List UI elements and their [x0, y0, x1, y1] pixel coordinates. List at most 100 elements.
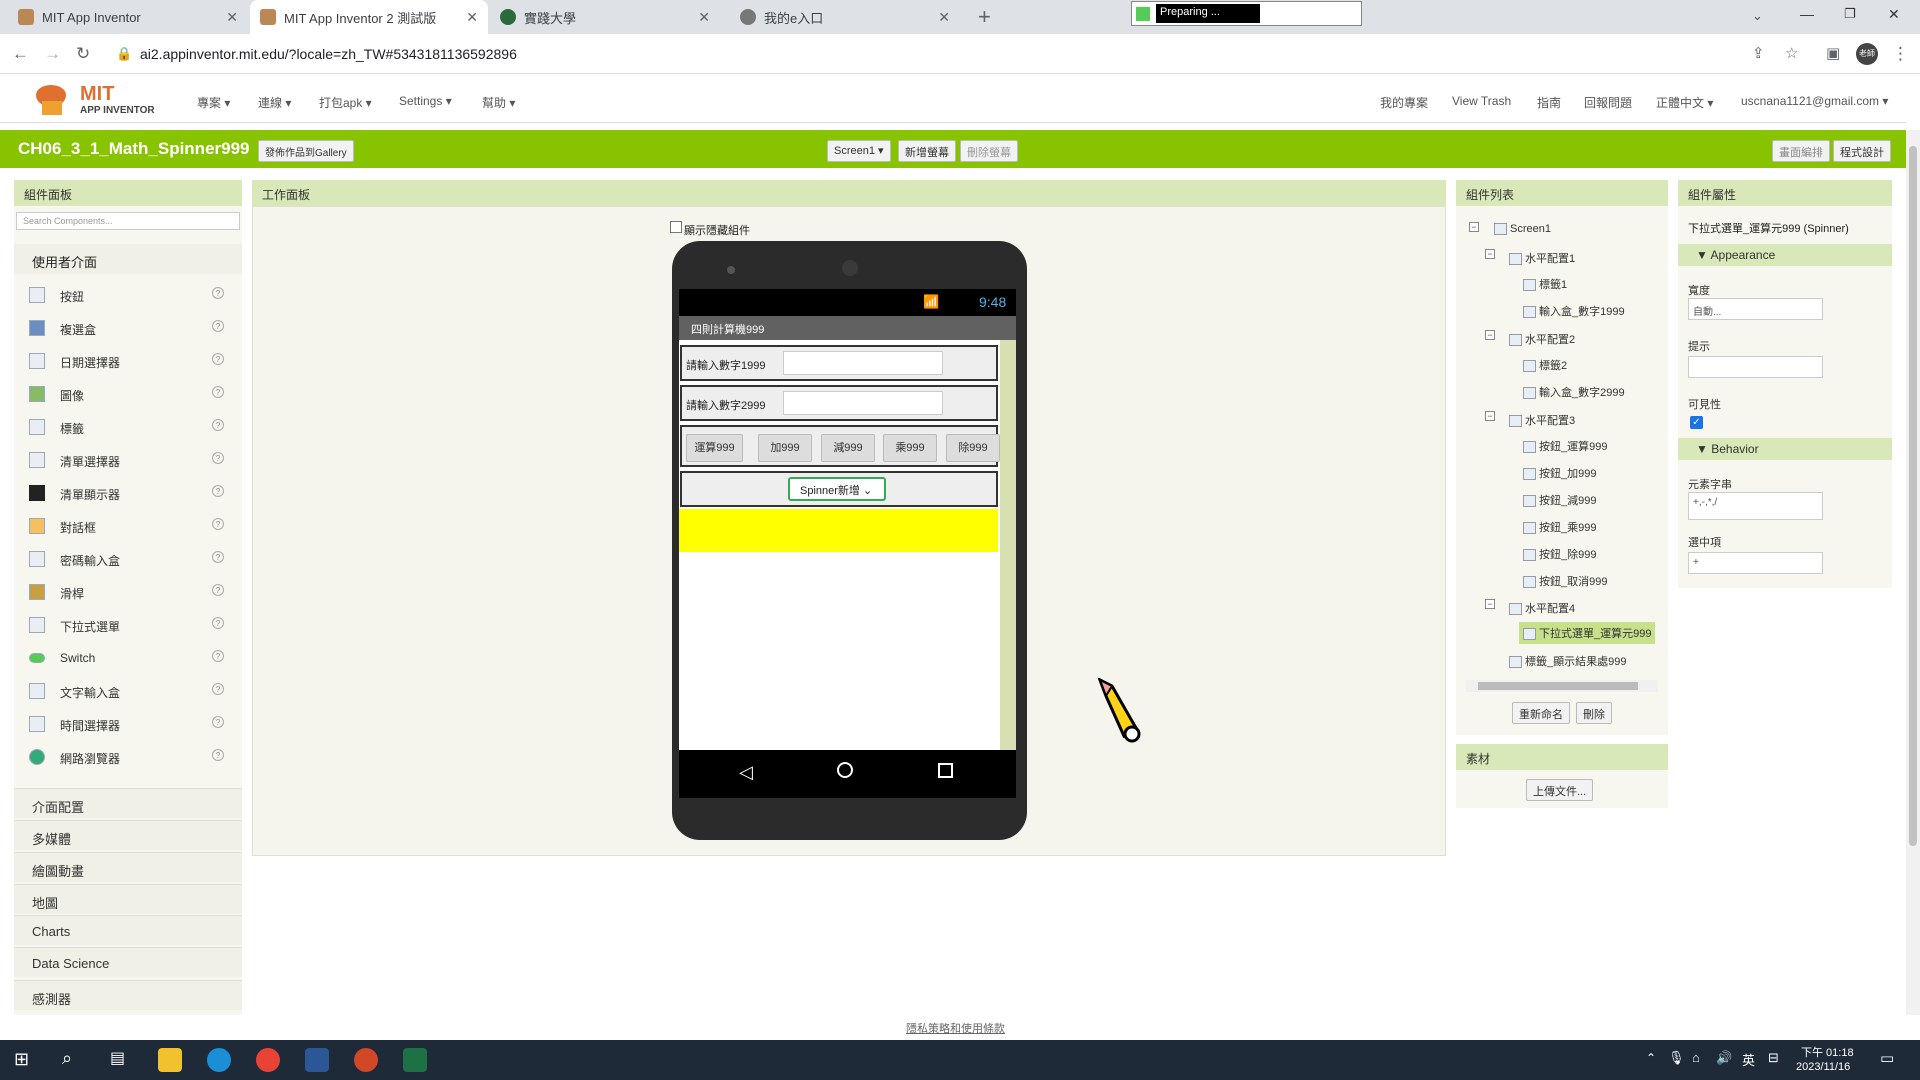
horizontal-arrangement-2[interactable]: 請輸入數字2999 — [680, 385, 998, 421]
tree-node-result-label[interactable]: 標籤_顯示結果處999 — [1509, 653, 1626, 669]
avatar[interactable]: 老師 — [1856, 43, 1878, 65]
help-icon[interactable]: ? — [212, 320, 224, 332]
menu-project[interactable]: 專案 ▾ — [197, 94, 230, 111]
menu-account[interactable]: uscnana1121@gmail.com ▾ — [1741, 94, 1888, 108]
chrome-icon[interactable] — [256, 1048, 280, 1072]
close-icon[interactable]: ✕ — [938, 9, 950, 26]
category-maps[interactable]: 地圖 — [14, 884, 242, 914]
tab-search-icon[interactable]: ⌄ — [1752, 8, 1763, 24]
reload-icon[interactable]: ↻ — [76, 44, 90, 64]
input-language[interactable]: 英 — [1742, 1050, 1755, 1069]
help-icon[interactable]: ? — [212, 452, 224, 464]
network-icon[interactable]: ⌂ — [1692, 1050, 1700, 1065]
category-media[interactable]: 多媒體 — [14, 820, 242, 850]
page-scrollbar[interactable] — [1906, 130, 1920, 1015]
search-icon[interactable]: ⌕ — [62, 1048, 72, 1069]
palette-item-timepicker[interactable]: 時間選擇器? — [14, 707, 242, 740]
palette-item-switch[interactable]: Switch? — [14, 641, 242, 674]
tree-node-button-sub[interactable]: 按鈕_減999 — [1523, 492, 1596, 508]
palette-item-slider[interactable]: 滑桿? — [14, 575, 242, 608]
restore-button[interactable]: ❐ — [1844, 6, 1856, 22]
behavior-section[interactable]: ▼ Behavior — [1678, 438, 1892, 460]
help-icon[interactable]: ? — [212, 353, 224, 365]
screen-scrollbar[interactable] — [1000, 340, 1016, 750]
tree-node-button-mul[interactable]: 按鈕_乘999 — [1523, 519, 1596, 535]
menu-guide[interactable]: 指南 — [1537, 94, 1561, 111]
edge-icon[interactable] — [207, 1048, 231, 1072]
tree-node-harrangement3[interactable]: 水平配置3 — [1509, 412, 1575, 428]
clock-time[interactable]: 下午 01:18 — [1801, 1044, 1854, 1060]
notification-icon[interactable]: ▭ — [1880, 1049, 1894, 1067]
tree-node-harrangement2[interactable]: 水平配置2 — [1509, 331, 1575, 347]
help-icon[interactable]: ? — [212, 287, 224, 299]
designer-button[interactable]: 畫面編排 — [1772, 140, 1830, 162]
horizontal-arrangement-4[interactable]: Spinner新增 ⌄ — [680, 471, 998, 507]
category-data-science[interactable]: Data Science — [14, 947, 242, 977]
menu-language[interactable]: 正體中文 ▾ — [1656, 94, 1713, 111]
subtract-button[interactable]: 減999 — [821, 434, 875, 462]
menu-my-projects[interactable]: 我的專案 — [1380, 94, 1428, 111]
share-icon[interactable]: ⇪ — [1752, 44, 1765, 62]
help-icon[interactable]: ? — [212, 485, 224, 497]
close-icon[interactable]: ✕ — [698, 9, 710, 26]
forward-icon[interactable]: → — [44, 44, 61, 64]
horizontal-arrangement-3[interactable]: 運算999 加999 減999 乘999 除999 — [680, 425, 1000, 467]
tab-my-e-portal[interactable]: 我的e入口 ✕ — [730, 0, 960, 34]
palette-item-label[interactable]: 標籤? — [14, 410, 242, 443]
collapse-toggle[interactable]: − — [1485, 330, 1495, 340]
windows-start-icon[interactable]: ⊞ — [14, 1049, 29, 1070]
publish-gallery-button[interactable]: 發佈作品到Gallery — [258, 140, 354, 162]
add-screen-button[interactable]: 新增螢幕 — [898, 140, 956, 162]
close-window-button[interactable]: ✕ — [1888, 6, 1900, 23]
help-icon[interactable]: ? — [212, 518, 224, 530]
category-sensors[interactable]: 感測器 — [14, 980, 242, 1010]
category-layout[interactable]: 介面配置 — [14, 788, 242, 818]
collapse-toggle[interactable]: − — [1485, 249, 1495, 259]
multiply-button[interactable]: 乘999 — [883, 434, 937, 462]
show-hidden-checkbox[interactable] — [670, 221, 682, 233]
palette-item-notifier[interactable]: 對話框? — [14, 509, 242, 542]
task-view-icon[interactable]: ▤ — [110, 1048, 125, 1068]
calc-button[interactable]: 運算999 — [686, 434, 743, 462]
screen-select[interactable]: Screen1 ▾ — [827, 140, 891, 162]
tree-hscrollbar[interactable] — [1466, 680, 1658, 692]
palette-item-datepicker[interactable]: 日期選擇器? — [14, 344, 242, 377]
palette-item-spinner[interactable]: 下拉式選單? — [14, 608, 242, 641]
powerpoint-icon[interactable] — [354, 1048, 378, 1072]
privacy-link[interactable]: 隱私策略和使用條款 — [906, 1020, 1005, 1036]
operator-spinner[interactable]: Spinner新增 ⌄ — [788, 477, 886, 501]
selection-input[interactable]: + — [1688, 552, 1823, 574]
rename-button[interactable]: 重新命名 — [1512, 702, 1570, 724]
textbox-number1[interactable] — [783, 351, 943, 375]
volume-icon[interactable]: 🔊 — [1716, 1050, 1732, 1066]
blocks-button[interactable]: 程式設計 — [1833, 140, 1891, 162]
help-icon[interactable]: ? — [212, 749, 224, 761]
menu-help[interactable]: 幫助 ▾ — [482, 94, 515, 111]
tab-mit-app-inventor[interactable]: MIT App Inventor ✕ — [8, 0, 248, 34]
new-tab-button[interactable]: + — [978, 4, 991, 30]
delete-button[interactable]: 刪除 — [1576, 702, 1612, 724]
palette-item-listpicker[interactable]: 清單選擇器? — [14, 443, 242, 476]
visible-checkbox[interactable]: ✓ — [1690, 416, 1703, 429]
elements-input[interactable]: +,-,*,/ — [1688, 492, 1823, 520]
palette-item-webviewer[interactable]: 網路瀏覽器? — [14, 740, 242, 773]
palette-item-checkbox[interactable]: 複選盒? — [14, 311, 242, 344]
help-icon[interactable]: ? — [212, 716, 224, 728]
more-menu-icon[interactable]: ⋮ — [1892, 44, 1909, 64]
ime-icon[interactable]: ⊟ — [1768, 1050, 1779, 1066]
palette-item-textbox[interactable]: 文字輸入盒? — [14, 674, 242, 707]
help-icon[interactable]: ? — [212, 386, 224, 398]
menu-report-issue[interactable]: 回報問題 — [1584, 94, 1632, 111]
microphone-icon[interactable]: 🎙 — [1668, 1050, 1685, 1066]
file-explorer-icon[interactable] — [158, 1048, 182, 1072]
menu-build[interactable]: 打包apk ▾ — [319, 94, 372, 111]
tree-node-spinner-selected[interactable]: 下拉式選單_運算元999 — [1519, 622, 1656, 644]
url-field[interactable]: ai2.appinventor.mit.edu/?locale=zh_TW#53… — [140, 46, 517, 62]
help-icon[interactable]: ? — [212, 419, 224, 431]
add-button[interactable]: 加999 — [758, 434, 812, 462]
palette-item-image[interactable]: 圖像? — [14, 377, 242, 410]
tree-node-harrangement1[interactable]: 水平配置1 — [1509, 250, 1575, 266]
word-icon[interactable] — [305, 1048, 329, 1072]
tree-node-harrangement4[interactable]: 水平配置4 — [1509, 600, 1575, 616]
menu-view-trash[interactable]: View Trash — [1452, 94, 1511, 108]
